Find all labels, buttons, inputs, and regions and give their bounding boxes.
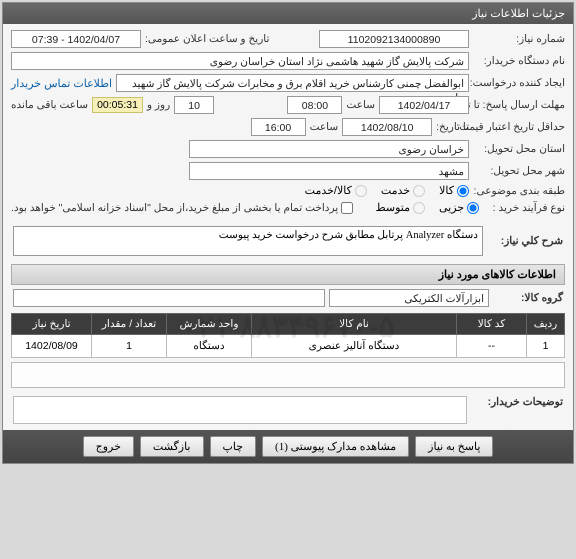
back-button[interactable]: بازگشت [140,436,204,457]
label-buyer-notes: توضیحات خریدار: [473,396,563,408]
footer-toolbar: پاسخ به نیاز مشاهده مدارک پیوستی (1) چاپ… [3,430,573,463]
label-purchase-type: نوع فرآیند خرید : [483,202,565,214]
label-reply-deadline: مهلت ارسال پاسخ: تا تاریخ: [473,100,565,111]
cell-row: 1 [527,335,565,358]
label-hour-2: ساعت [310,121,339,133]
field-price-valid-date: 1402/08/10 [342,118,432,136]
label-buyer-org: نام دستگاه خریدار: [473,55,565,67]
label-city: شهر محل تحویل: [473,165,565,177]
col-unit: واحد شمارش [167,314,252,335]
reply-button[interactable]: پاسخ به نیاز [415,436,493,457]
field-province: خراسان رضوی [189,140,469,158]
label-remaining: ساعت باقی مانده [11,99,88,111]
print-button[interactable]: چاپ [210,436,257,457]
label-desc: شرح کلي نیاز: [489,235,563,247]
items-section-header: اطلاعات کالاهای مورد نیاز [11,264,565,285]
countdown-timer: 00:05:31 [92,97,143,113]
label-group: گروه کالا: [493,292,563,304]
desc-row: شرح کلي نیاز: [3,222,573,260]
field-city: مشهد [189,162,469,180]
field-price-valid-time: 16:00 [251,118,306,136]
label-requester: ایجاد کننده درخواست: [473,77,565,89]
exit-button[interactable]: خروج [83,436,134,457]
col-name: نام کالا [252,314,457,335]
subject-radio-group: کالا خدمت کالا/خدمت [305,184,469,197]
radio-partial[interactable]: جزیی [439,201,479,214]
col-date: تاریخ نیاز [12,314,92,335]
label-price-valid: حداقل تاریخ اعتبار قیمت: [473,122,565,133]
col-row: ردیف [527,314,565,335]
attachments-button[interactable]: مشاهده مدارک پیوستی (1) [262,436,409,457]
cell-date: 1402/08/09 [12,335,92,358]
label-hour-1: ساعت [346,99,375,111]
details-window: جزئیات اطلاعات نیاز شماره نیاز: 11020921… [2,2,574,464]
cell-name: دستگاه آنالیز عنصری [252,335,457,358]
label-need-no: شماره نیاز: [473,33,565,45]
radio-both[interactable]: کالا/خدمت [305,184,367,197]
label-subject-class: طبقه بندی موضوعی: [473,185,565,197]
grid-footer-box [11,362,565,388]
cell-unit: دستگاه [167,335,252,358]
field-desc[interactable] [13,226,483,256]
radio-khadamat[interactable]: خدمت [381,184,425,197]
treasury-checkbox[interactable]: پرداخت تمام یا بخشی از مبلغ خرید،از محل … [11,202,353,214]
field-pub-datetime: 1402/04/07 - 07:39 [11,30,141,48]
field-deadline-days: 10 [174,96,214,114]
table-row[interactable]: 1 -- دستگاه آنالیز عنصری دستگاه 1 1402/0… [12,335,565,358]
radio-medium[interactable]: متوسط [375,201,425,214]
cell-qty: 1 [92,335,167,358]
buyer-notes-box [13,396,467,424]
field-deadline-time: 08:00 [287,96,342,114]
field-group-extra [13,289,325,307]
label-pub-datetime: تاریخ و ساعت اعلان عمومی: [145,33,269,45]
purchase-radio-group: جزیی متوسط [375,201,479,214]
field-requester: ابوالفضل چمنی کارشناس خرید اقلام برق و م… [116,74,469,92]
field-need-no: 1102092134000890 [319,30,469,48]
col-qty: تعداد / مقدار [92,314,167,335]
label-to-date-2: تا تاریخ: [436,121,469,133]
grid-header-row: ردیف کد کالا نام کالا واحد شمارش تعداد /… [12,314,565,335]
buyer-contact-link[interactable]: اطلاعات تماس خریدار [11,77,112,90]
buyer-notes-row: توضیحات خریدار: [3,390,573,426]
form-body: شماره نیاز: 1102092134000890 تاریخ و ساع… [3,24,573,222]
titlebar: جزئیات اطلاعات نیاز [3,3,573,24]
label-days-and: روز و [147,99,170,111]
field-group: ابزارآلات الکتریکی [329,289,489,307]
items-grid: ردیف کد کالا نام کالا واحد شمارش تعداد /… [11,313,565,358]
field-deadline-date: 1402/04/17 [379,96,469,114]
label-province: استان محل تحویل: [473,143,565,155]
field-buyer-org: شرکت پالایش گاز شهید هاشمی نژاد استان خر… [11,52,469,70]
radio-kala[interactable]: کالا [439,184,469,197]
cell-code: -- [457,335,527,358]
col-code: کد کالا [457,314,527,335]
